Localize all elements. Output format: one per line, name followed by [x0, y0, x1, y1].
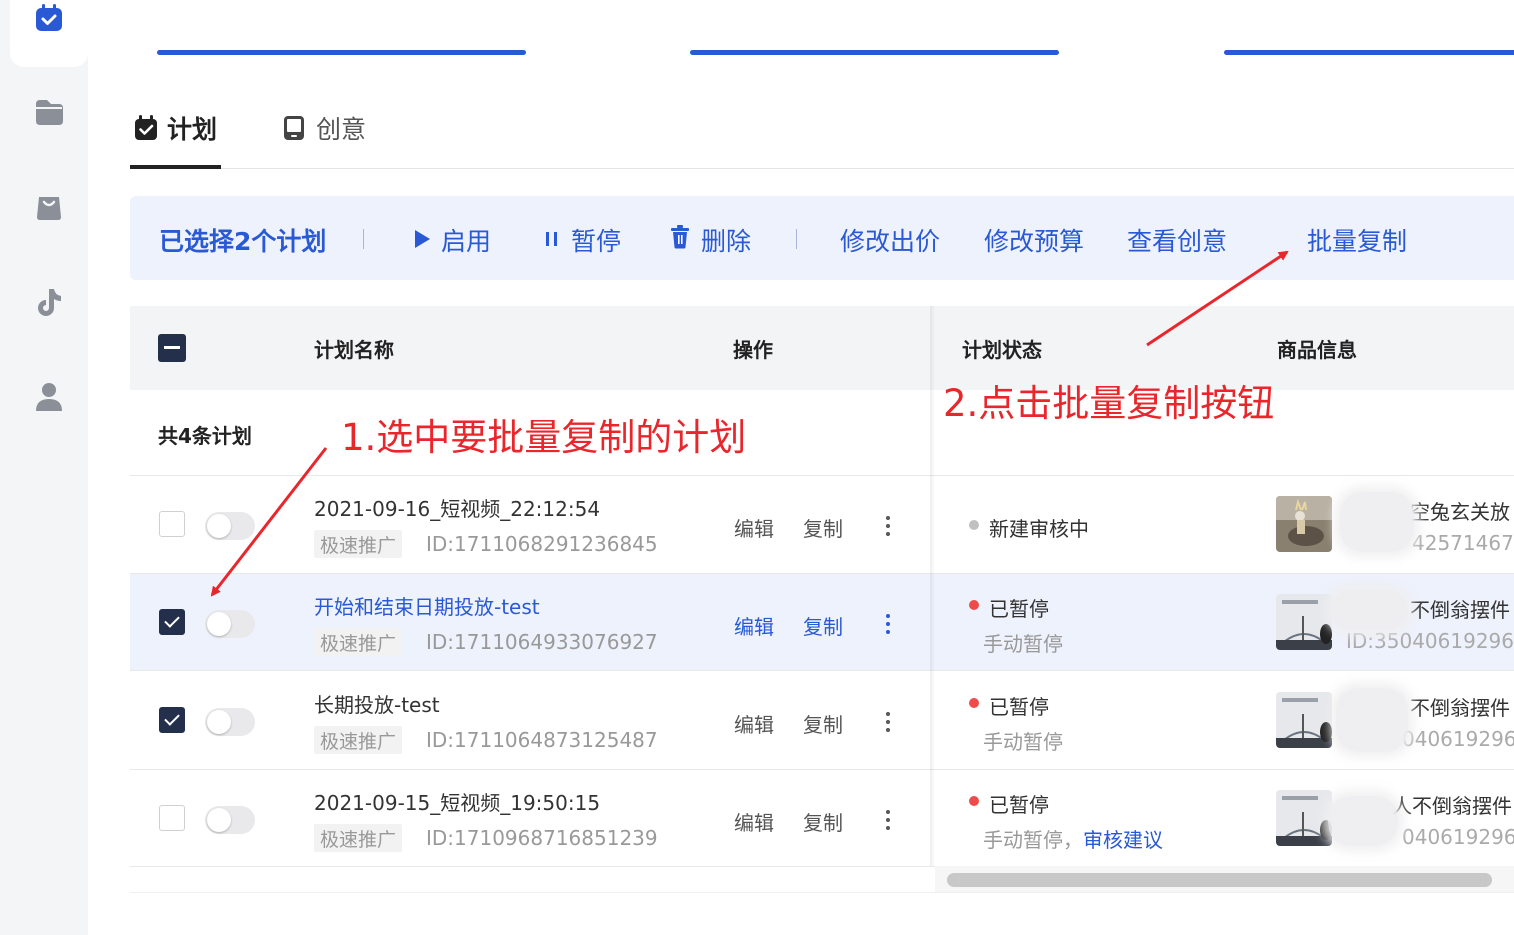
annotation-arrows: [210, 250, 1289, 597]
annotation-step-2: 2.点击批量复制按钮: [943, 382, 1275, 425]
arrow-to-checkboxes: [210, 447, 328, 597]
annotation-step-1: 1.选中要批量复制的计划: [341, 416, 747, 459]
arrow-to-batch-copy: [1146, 250, 1289, 347]
